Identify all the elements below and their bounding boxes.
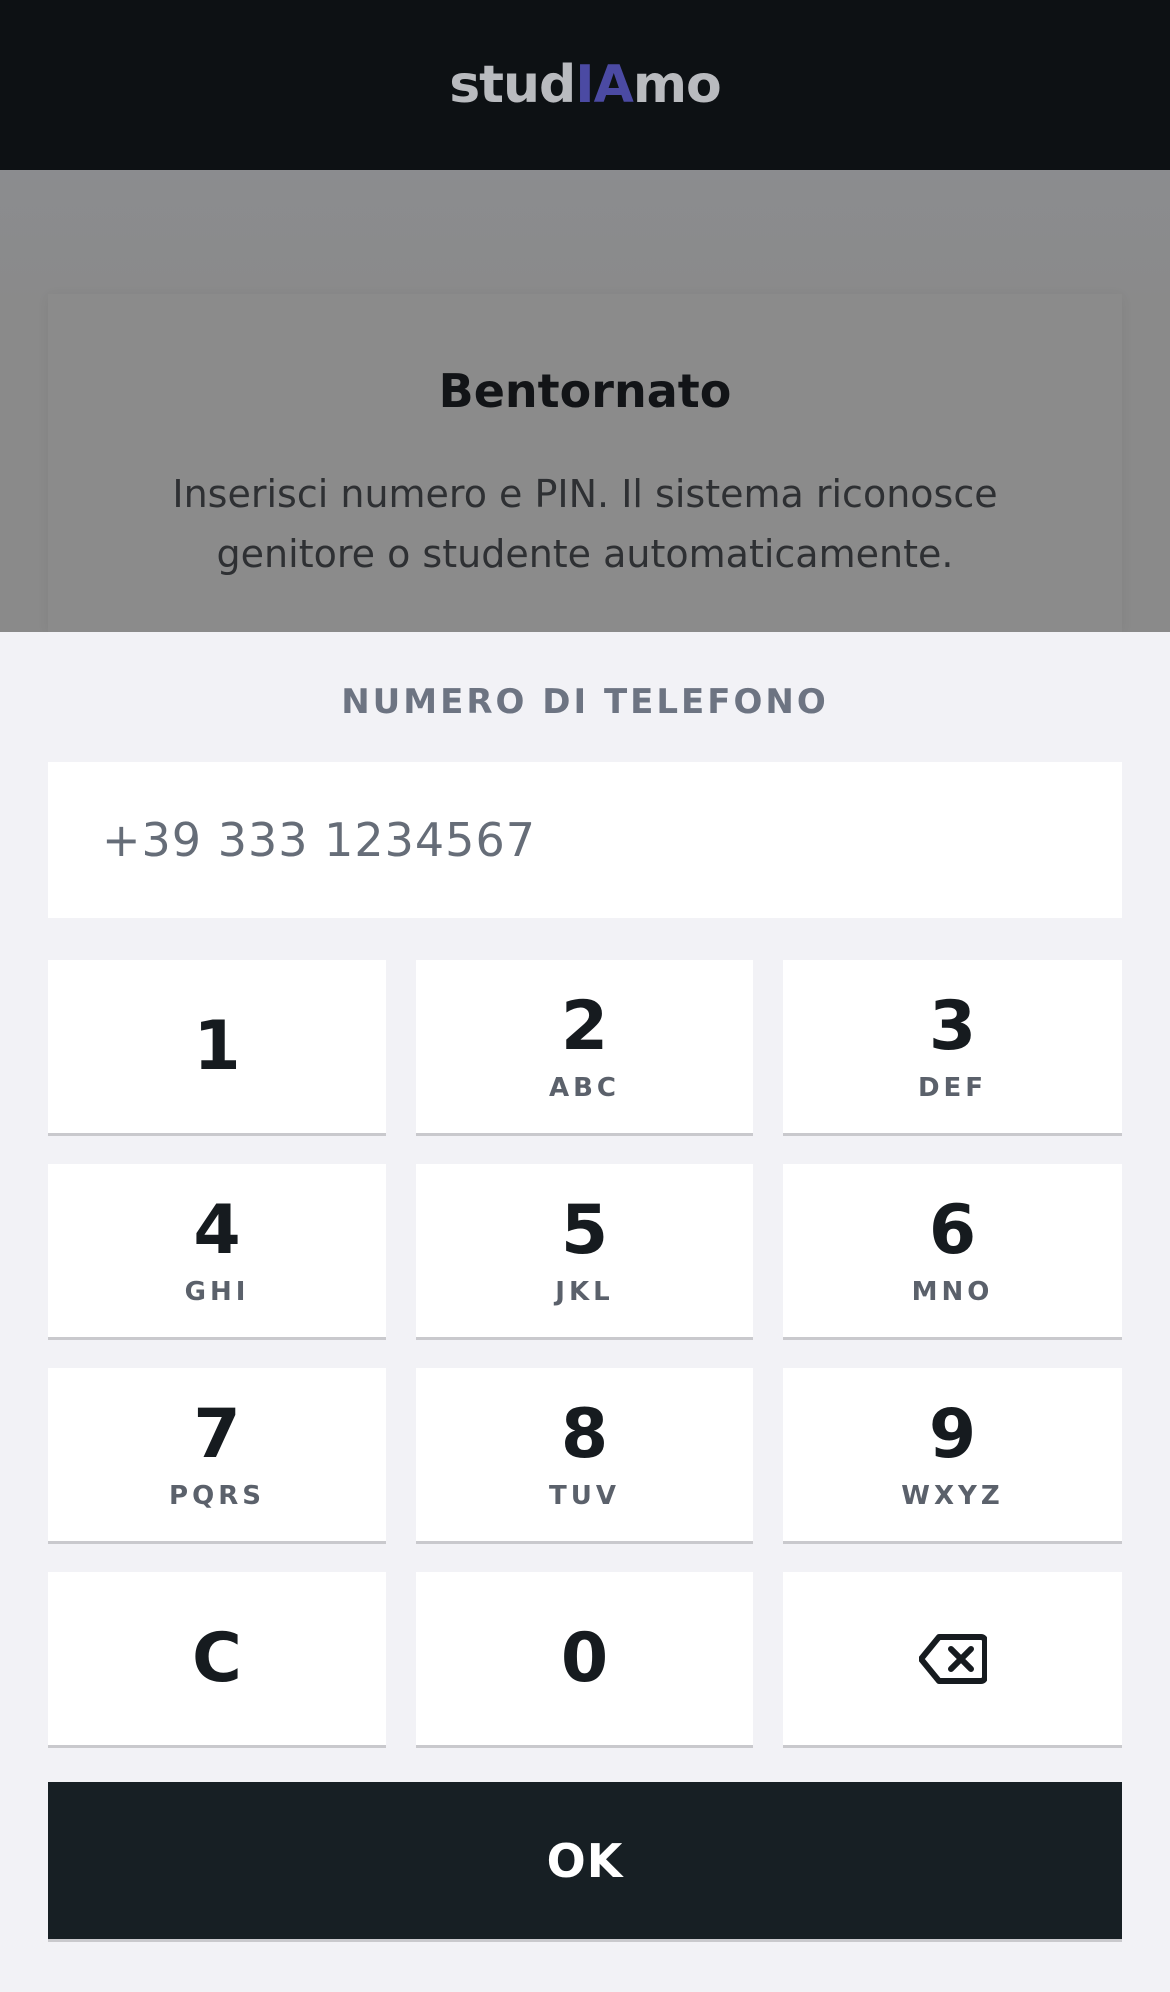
- phone-label: NUMERO DI TELEFONO: [341, 682, 829, 722]
- card-subtitle: Inserisci numero e PIN. Il sistema ricon…: [172, 472, 998, 576]
- key-digit: 8: [560, 1394, 609, 1474]
- key-2[interactable]: 2 ABC: [416, 960, 753, 1136]
- logo-prefix: stud: [449, 55, 576, 115]
- logo-suffix: mo: [632, 55, 722, 115]
- key-digit: 0: [560, 1618, 609, 1698]
- key-letters: ABC: [548, 1072, 621, 1103]
- backspace-key[interactable]: [783, 1572, 1122, 1748]
- key-digit: 4: [193, 1190, 241, 1270]
- key-digit: 9: [928, 1394, 977, 1474]
- key-0[interactable]: 0: [416, 1572, 753, 1748]
- keypad-sheet: NUMERO DI TELEFONO +39 333 1234567 1 2 A…: [0, 632, 1170, 1992]
- key-digit: 5: [560, 1190, 609, 1270]
- key-letters: MNO: [911, 1276, 994, 1307]
- key-9[interactable]: 9 WXYZ: [783, 1368, 1122, 1544]
- key-letters: PQRS: [169, 1480, 265, 1511]
- logo-accent: IA: [575, 55, 634, 115]
- card-title: Bentornato: [438, 364, 732, 418]
- key-3[interactable]: 3 DEF: [783, 960, 1122, 1136]
- key-letters: DEF: [917, 1072, 988, 1103]
- welcome-card: Bentornato Inserisci numero e PIN. Il si…: [48, 294, 1122, 632]
- key-digit: 1: [193, 1006, 241, 1086]
- key-letters: GHI: [184, 1276, 250, 1307]
- key-letters: TUV: [549, 1480, 620, 1511]
- key-8[interactable]: 8 TUV: [416, 1368, 753, 1544]
- key-6[interactable]: 6 MNO: [783, 1164, 1122, 1340]
- key-letters: JKL: [555, 1276, 614, 1307]
- key-digit: 2: [560, 986, 609, 1066]
- key-5[interactable]: 5 JKL: [416, 1164, 753, 1340]
- key-4[interactable]: 4 GHI: [48, 1164, 386, 1340]
- key-7[interactable]: 7 PQRS: [48, 1368, 386, 1544]
- key-letters: WXYZ: [901, 1480, 1004, 1511]
- ok-button[interactable]: OK: [48, 1782, 1122, 1942]
- key-digit: 6: [928, 1190, 977, 1270]
- key-1[interactable]: 1: [48, 960, 386, 1136]
- backspace-icon: [918, 1633, 987, 1684]
- clear-key[interactable]: C: [48, 1572, 386, 1748]
- phone-input[interactable]: +39 333 1234567: [48, 762, 1122, 918]
- key-digit: C: [192, 1618, 242, 1698]
- app-logo: studIAmo: [449, 55, 722, 115]
- top-bar: studIAmo: [0, 0, 1170, 170]
- key-digit: 7: [193, 1394, 241, 1474]
- key-digit: 3: [928, 986, 977, 1066]
